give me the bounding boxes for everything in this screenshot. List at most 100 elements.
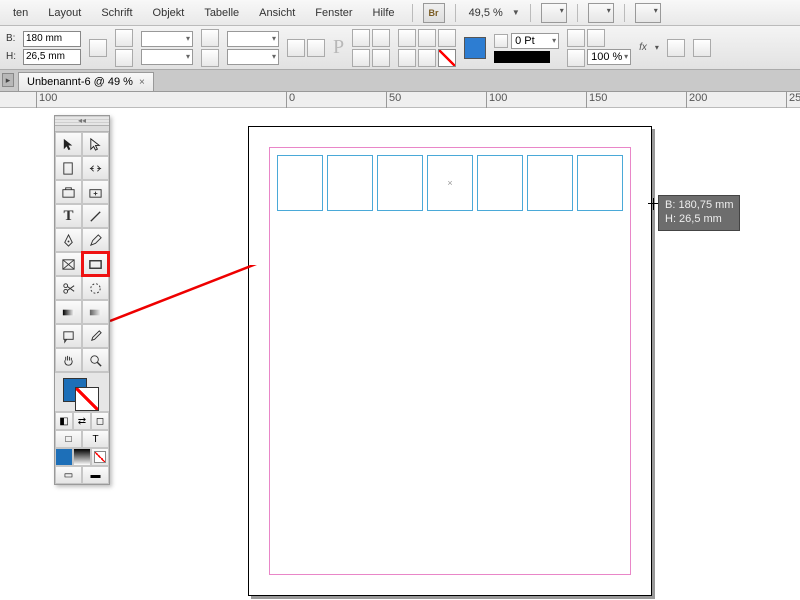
- view-options-button[interactable]: [541, 3, 567, 23]
- misc-icon[interactable]: [567, 49, 585, 67]
- line-tool[interactable]: [82, 204, 109, 228]
- link-icon[interactable]: [89, 39, 107, 57]
- measurement-tooltip: B: 180,75 mm H: 26,5 mm: [658, 195, 740, 231]
- misc-icon[interactable]: [418, 49, 436, 67]
- screen-mode-preview[interactable]: ▬: [82, 466, 109, 484]
- rectangle-frame[interactable]: [577, 155, 623, 211]
- apply-none[interactable]: [91, 448, 109, 466]
- menu-item[interactable]: Schrift: [94, 4, 139, 22]
- misc-icon[interactable]: [587, 29, 605, 47]
- direct-selection-tool[interactable]: [82, 132, 109, 156]
- rectangle-frame-tool[interactable]: [55, 252, 82, 276]
- page-tool[interactable]: [55, 156, 82, 180]
- screen-mode-normal[interactable]: ▭: [55, 466, 82, 484]
- zoom-tool[interactable]: [82, 348, 109, 372]
- opacity-input[interactable]: 100 %: [587, 49, 631, 65]
- rectangle-frame[interactable]: [527, 155, 573, 211]
- none-swatch-icon[interactable]: [438, 49, 456, 67]
- rotate-input[interactable]: [227, 31, 279, 47]
- apply-color[interactable]: [55, 448, 73, 466]
- format-text[interactable]: T: [82, 430, 109, 448]
- canvas[interactable]: [0, 108, 800, 600]
- ruler-tick: 250: [786, 92, 800, 108]
- bridge-button[interactable]: Br: [423, 3, 445, 23]
- misc-icon[interactable]: [667, 39, 685, 57]
- apply-gradient[interactable]: [73, 448, 91, 466]
- stroke-style[interactable]: [494, 51, 550, 63]
- note-tool[interactable]: [55, 324, 82, 348]
- zoom-level[interactable]: 49,5 %: [466, 7, 506, 19]
- page: [248, 126, 652, 596]
- tools-panel: ◂◂ T ◧ ⇄: [54, 115, 110, 485]
- width-label: B:: [6, 33, 20, 44]
- arrange-button[interactable]: [635, 3, 661, 23]
- format-container[interactable]: ◻: [91, 412, 109, 430]
- gap-tool[interactable]: [82, 156, 109, 180]
- paragraph-icon[interactable]: P: [333, 36, 344, 59]
- fill-swatch[interactable]: [464, 37, 486, 59]
- swap-fill-stroke[interactable]: ⇄: [73, 412, 91, 430]
- menu-item[interactable]: ten: [6, 4, 35, 22]
- rectangle-frame[interactable]: [327, 155, 373, 211]
- stroke-proxy[interactable]: [75, 387, 99, 411]
- screen-mode-button[interactable]: [588, 3, 614, 23]
- gradient-swatch-tool[interactable]: [55, 300, 82, 324]
- rectangle-frame[interactable]: [427, 155, 473, 211]
- misc-icon[interactable]: [398, 29, 416, 47]
- height-label: H:: [6, 51, 20, 62]
- fx-button[interactable]: fx: [639, 42, 647, 53]
- panel-grip[interactable]: ◂◂: [55, 116, 109, 126]
- ruler-tick: 50: [386, 92, 401, 108]
- scale-x-input[interactable]: [141, 31, 193, 47]
- shear-input[interactable]: [227, 49, 279, 65]
- scale-y-icon[interactable]: [115, 49, 133, 67]
- scale-x-icon[interactable]: [115, 29, 133, 47]
- flip-h-icon[interactable]: [352, 29, 370, 47]
- pen-tool[interactable]: [55, 228, 82, 252]
- menu-item[interactable]: Hilfe: [366, 4, 402, 22]
- select-container-icon[interactable]: [352, 49, 370, 67]
- document-tab[interactable]: Unbenannt-6 @ 49 % ×: [18, 72, 154, 91]
- width-input[interactable]: [23, 31, 81, 47]
- default-fill-stroke[interactable]: ◧: [55, 412, 73, 430]
- stroke-weight-input[interactable]: 0 Pt: [511, 33, 559, 49]
- menu-item[interactable]: Objekt: [146, 4, 192, 22]
- hand-tool[interactable]: [55, 348, 82, 372]
- eyedropper-tool[interactable]: [82, 324, 109, 348]
- rectangle-frame[interactable]: [477, 155, 523, 211]
- gradient-feather-tool[interactable]: [82, 300, 109, 324]
- shear-icon[interactable]: [201, 49, 219, 67]
- misc-icon[interactable]: [693, 39, 711, 57]
- select-content-icon[interactable]: [372, 49, 390, 67]
- content-placer-tool[interactable]: [82, 180, 109, 204]
- rectangle-frame[interactable]: [277, 155, 323, 211]
- tab-expand-icon[interactable]: ▸: [2, 73, 14, 87]
- horizontal-ruler: 100 0 50 100 150 200 250: [0, 92, 800, 108]
- height-input[interactable]: [23, 49, 81, 65]
- menu-item[interactable]: Layout: [41, 4, 88, 22]
- free-transform-tool[interactable]: [82, 276, 109, 300]
- rectangle-frame[interactable]: [377, 155, 423, 211]
- misc-icon[interactable]: [438, 29, 456, 47]
- rotate-cw-icon[interactable]: [307, 39, 325, 57]
- misc-icon[interactable]: [567, 29, 585, 47]
- rotate-icon[interactable]: [201, 29, 219, 47]
- content-collector-tool[interactable]: [55, 180, 82, 204]
- menu-item[interactable]: Tabelle: [197, 4, 246, 22]
- fill-stroke-proxy[interactable]: [55, 372, 109, 412]
- flip-v-icon[interactable]: [372, 29, 390, 47]
- scissors-tool[interactable]: [55, 276, 82, 300]
- apply-last-button[interactable]: □: [55, 430, 82, 448]
- selection-tool[interactable]: [55, 132, 82, 156]
- misc-icon[interactable]: [418, 29, 436, 47]
- menu-item[interactable]: Fenster: [308, 4, 359, 22]
- close-icon[interactable]: ×: [139, 77, 145, 88]
- scale-y-input[interactable]: [141, 49, 193, 65]
- rectangle-tool[interactable]: [82, 252, 109, 276]
- ruler-tick: 100: [486, 92, 507, 108]
- misc-icon[interactable]: [398, 49, 416, 67]
- rotate-ccw-icon[interactable]: [287, 39, 305, 57]
- menu-item[interactable]: Ansicht: [252, 4, 302, 22]
- type-tool[interactable]: T: [55, 204, 82, 228]
- pencil-tool[interactable]: [82, 228, 109, 252]
